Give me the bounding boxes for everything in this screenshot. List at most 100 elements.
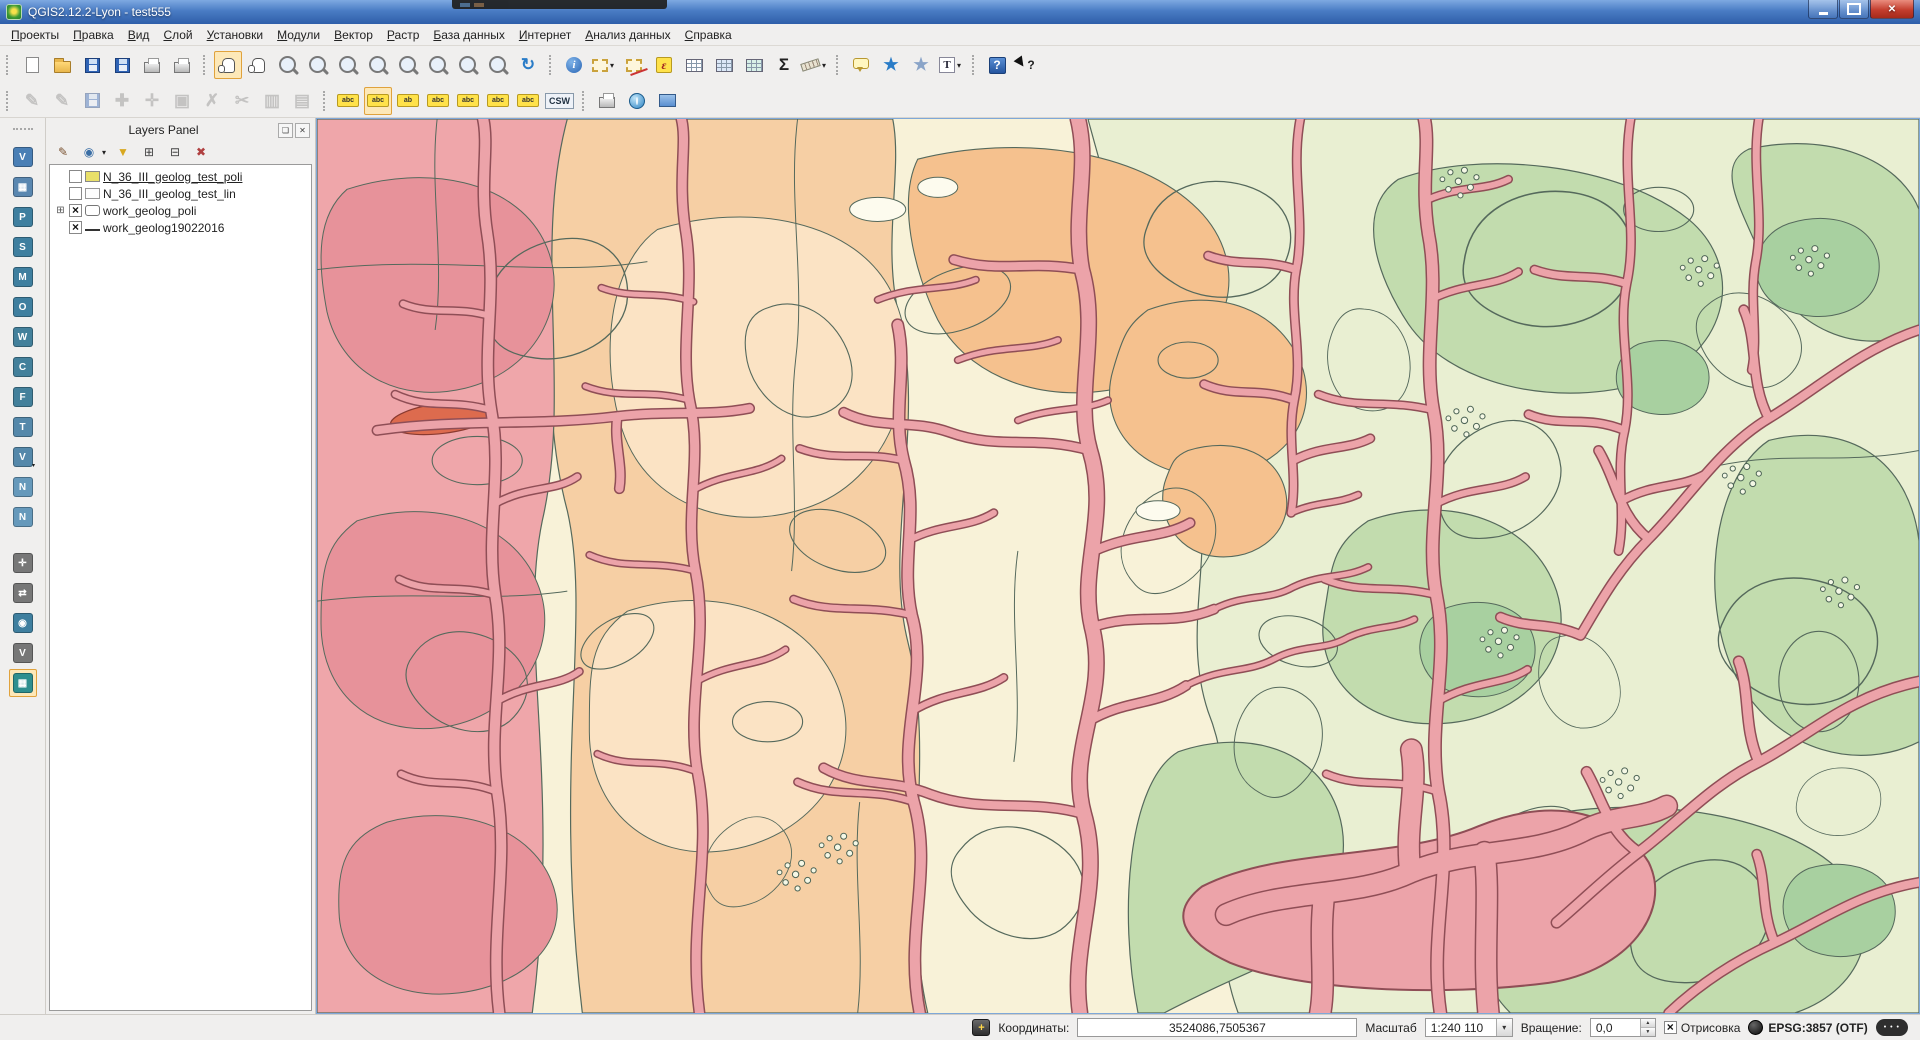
open-attribute-table-button[interactable] — [680, 51, 708, 79]
layer-label[interactable]: work_geolog_poli — [103, 204, 196, 218]
measure-line-button[interactable] — [800, 51, 829, 79]
field-calculator-button[interactable] — [710, 51, 738, 79]
add-wcs-layer-button[interactable]: C — [9, 353, 37, 381]
csw-search-button[interactable]: CSW — [544, 87, 575, 115]
dropdown-arrow-icon[interactable] — [30, 462, 38, 469]
select-by-expression-button[interactable]: ε — [650, 51, 678, 79]
show-hide-labels-button[interactable]: abc — [424, 87, 452, 115]
show-sum-button[interactable]: Σ — [770, 51, 798, 79]
coordinate-capture-button[interactable]: ✛ — [9, 549, 37, 577]
pan-map-button[interactable] — [214, 51, 242, 79]
menu-item-8[interactable]: Растр — [380, 25, 426, 45]
remove-layer-button[interactable]: ✖ — [189, 141, 213, 163]
menu-item-5[interactable]: Установки — [200, 25, 271, 45]
new-spatialite-layer-button[interactable]: N — [9, 503, 37, 531]
render-toggle[interactable]: Отрисовка — [1664, 1021, 1741, 1035]
manage-map-themes-button[interactable]: ◉ — [77, 141, 109, 163]
zoom-full-extent-button[interactable]: ✛ — [364, 51, 392, 79]
add-spatialite-layer-button[interactable]: S — [9, 233, 37, 261]
layer-row[interactable]: work_geolog_poli — [50, 202, 311, 219]
expand-all-button[interactable]: ⊞ — [137, 141, 161, 163]
panel-close-button[interactable] — [295, 123, 310, 138]
title-bar[interactable]: QGIS2.12.2-Lyon - test555 — [0, 0, 1920, 24]
menu-item-12[interactable]: Справка — [678, 25, 739, 45]
open-project-button[interactable] — [48, 51, 76, 79]
zoom-in-button[interactable]: + — [274, 51, 302, 79]
rotate-label-button[interactable]: abc — [484, 87, 512, 115]
add-oracle-layer-button[interactable]: O — [9, 293, 37, 321]
minimize-button[interactable] — [1808, 0, 1838, 19]
zoom-to-selection-button[interactable]: ▢ — [394, 51, 422, 79]
composer-manager-button[interactable] — [168, 51, 196, 79]
menu-item-3[interactable]: Вид — [121, 25, 157, 45]
layer-row[interactable]: N_36_III_geolog_test_poli — [50, 168, 311, 185]
menu-item-10[interactable]: Интернет — [512, 25, 578, 45]
new-bookmark-button[interactable]: ★ — [877, 51, 905, 79]
statistical-summary-button[interactable] — [740, 51, 768, 79]
map-tips-tool-button[interactable]: ▦ — [9, 669, 37, 697]
coordinate-capture-icon[interactable] — [972, 1019, 990, 1036]
menu-item-6[interactable]: Модули — [270, 25, 327, 45]
map-tips-button[interactable] — [847, 51, 875, 79]
layer-labeling-options-button[interactable]: abc — [364, 87, 392, 115]
metasearch-button[interactable] — [623, 87, 651, 115]
add-vector-layer-button[interactable]: V — [9, 143, 37, 171]
dropdown-arrow-icon[interactable] — [955, 61, 963, 70]
map-theme-panel-button[interactable] — [653, 87, 681, 115]
layer-checkbox[interactable] — [69, 170, 82, 183]
pin-labels-button[interactable]: ab — [394, 87, 422, 115]
select-features-button[interactable] — [590, 51, 618, 79]
spin-down-icon[interactable] — [1641, 1027, 1655, 1036]
maximize-button[interactable] — [1839, 0, 1869, 19]
layer-label[interactable]: N_36_III_geolog_test_poli — [103, 170, 242, 184]
layer-expander-icon[interactable] — [55, 205, 66, 216]
open-layer-styling-button[interactable]: ✎ — [51, 141, 75, 163]
identify-features-button[interactable]: i — [560, 51, 588, 79]
crs-status-button[interactable]: EPSG:3857 (OTF) — [1748, 1020, 1867, 1035]
add-virtual-layer-button[interactable]: V — [9, 443, 37, 471]
panel-float-button[interactable] — [278, 123, 293, 138]
menu-item-4[interactable]: Слой — [156, 25, 199, 45]
new-shapefile-layer-button[interactable]: N — [9, 473, 37, 501]
scale-combobox[interactable]: 1:240 110 — [1425, 1018, 1513, 1037]
add-delimited-text-layer-button[interactable]: T — [9, 413, 37, 441]
add-mssql-layer-button[interactable]: M — [9, 263, 37, 291]
topology-checker-button[interactable]: V — [9, 639, 37, 667]
layer-row[interactable]: work_geolog19022016 — [50, 219, 311, 236]
scale-dropdown-icon[interactable] — [1496, 1019, 1512, 1036]
help-contents-button[interactable]: ? — [983, 51, 1011, 79]
export-map-button[interactable] — [593, 87, 621, 115]
layer-checkbox[interactable] — [69, 187, 82, 200]
zoom-out-button[interactable]: − — [304, 51, 332, 79]
metasearch-catalog-button[interactable]: ◉ — [9, 609, 37, 637]
layer-checkbox[interactable] — [69, 221, 82, 234]
menu-item-9[interactable]: База данных — [426, 25, 511, 45]
add-raster-layer-button[interactable]: ▦ — [9, 173, 37, 201]
close-button[interactable] — [1870, 0, 1914, 19]
add-wfs-layer-button[interactable]: F — [9, 383, 37, 411]
spin-up-icon[interactable] — [1641, 1019, 1655, 1027]
text-annotation-button[interactable]: T — [937, 51, 965, 79]
menu-item-2[interactable]: Правка — [66, 25, 121, 45]
layer-label[interactable]: work_geolog19022016 — [103, 221, 224, 235]
zoom-to-layer-button[interactable]: ▤ — [424, 51, 452, 79]
render-checkbox[interactable] — [1664, 1021, 1677, 1034]
new-project-button[interactable] — [18, 51, 46, 79]
dropdown-arrow-icon[interactable] — [820, 61, 828, 70]
new-print-composer-button[interactable] — [138, 51, 166, 79]
save-project-button[interactable] — [78, 51, 106, 79]
menu-item-7[interactable]: Вектор — [327, 25, 380, 45]
whats-this-button[interactable]: ? — [1013, 51, 1041, 79]
add-postgis-layer-button[interactable]: P — [9, 203, 37, 231]
move-label-button[interactable]: abc — [454, 87, 482, 115]
refresh-map-button[interactable]: ↻ — [514, 51, 542, 79]
change-label-button[interactable]: abc — [514, 87, 542, 115]
menu-item-1[interactable]: Проекты — [4, 25, 66, 45]
save-project-as-button[interactable] — [108, 51, 136, 79]
pan-to-selection-button[interactable] — [244, 51, 272, 79]
dropdown-arrow-icon[interactable] — [100, 148, 108, 157]
zoom-native-resolution-button[interactable]: 1:1 — [334, 51, 362, 79]
zoom-next-button[interactable]: ▸ — [484, 51, 512, 79]
map-canvas[interactable] — [316, 118, 1920, 1014]
coordinates-input[interactable]: 3524086,7505367 — [1077, 1018, 1357, 1037]
